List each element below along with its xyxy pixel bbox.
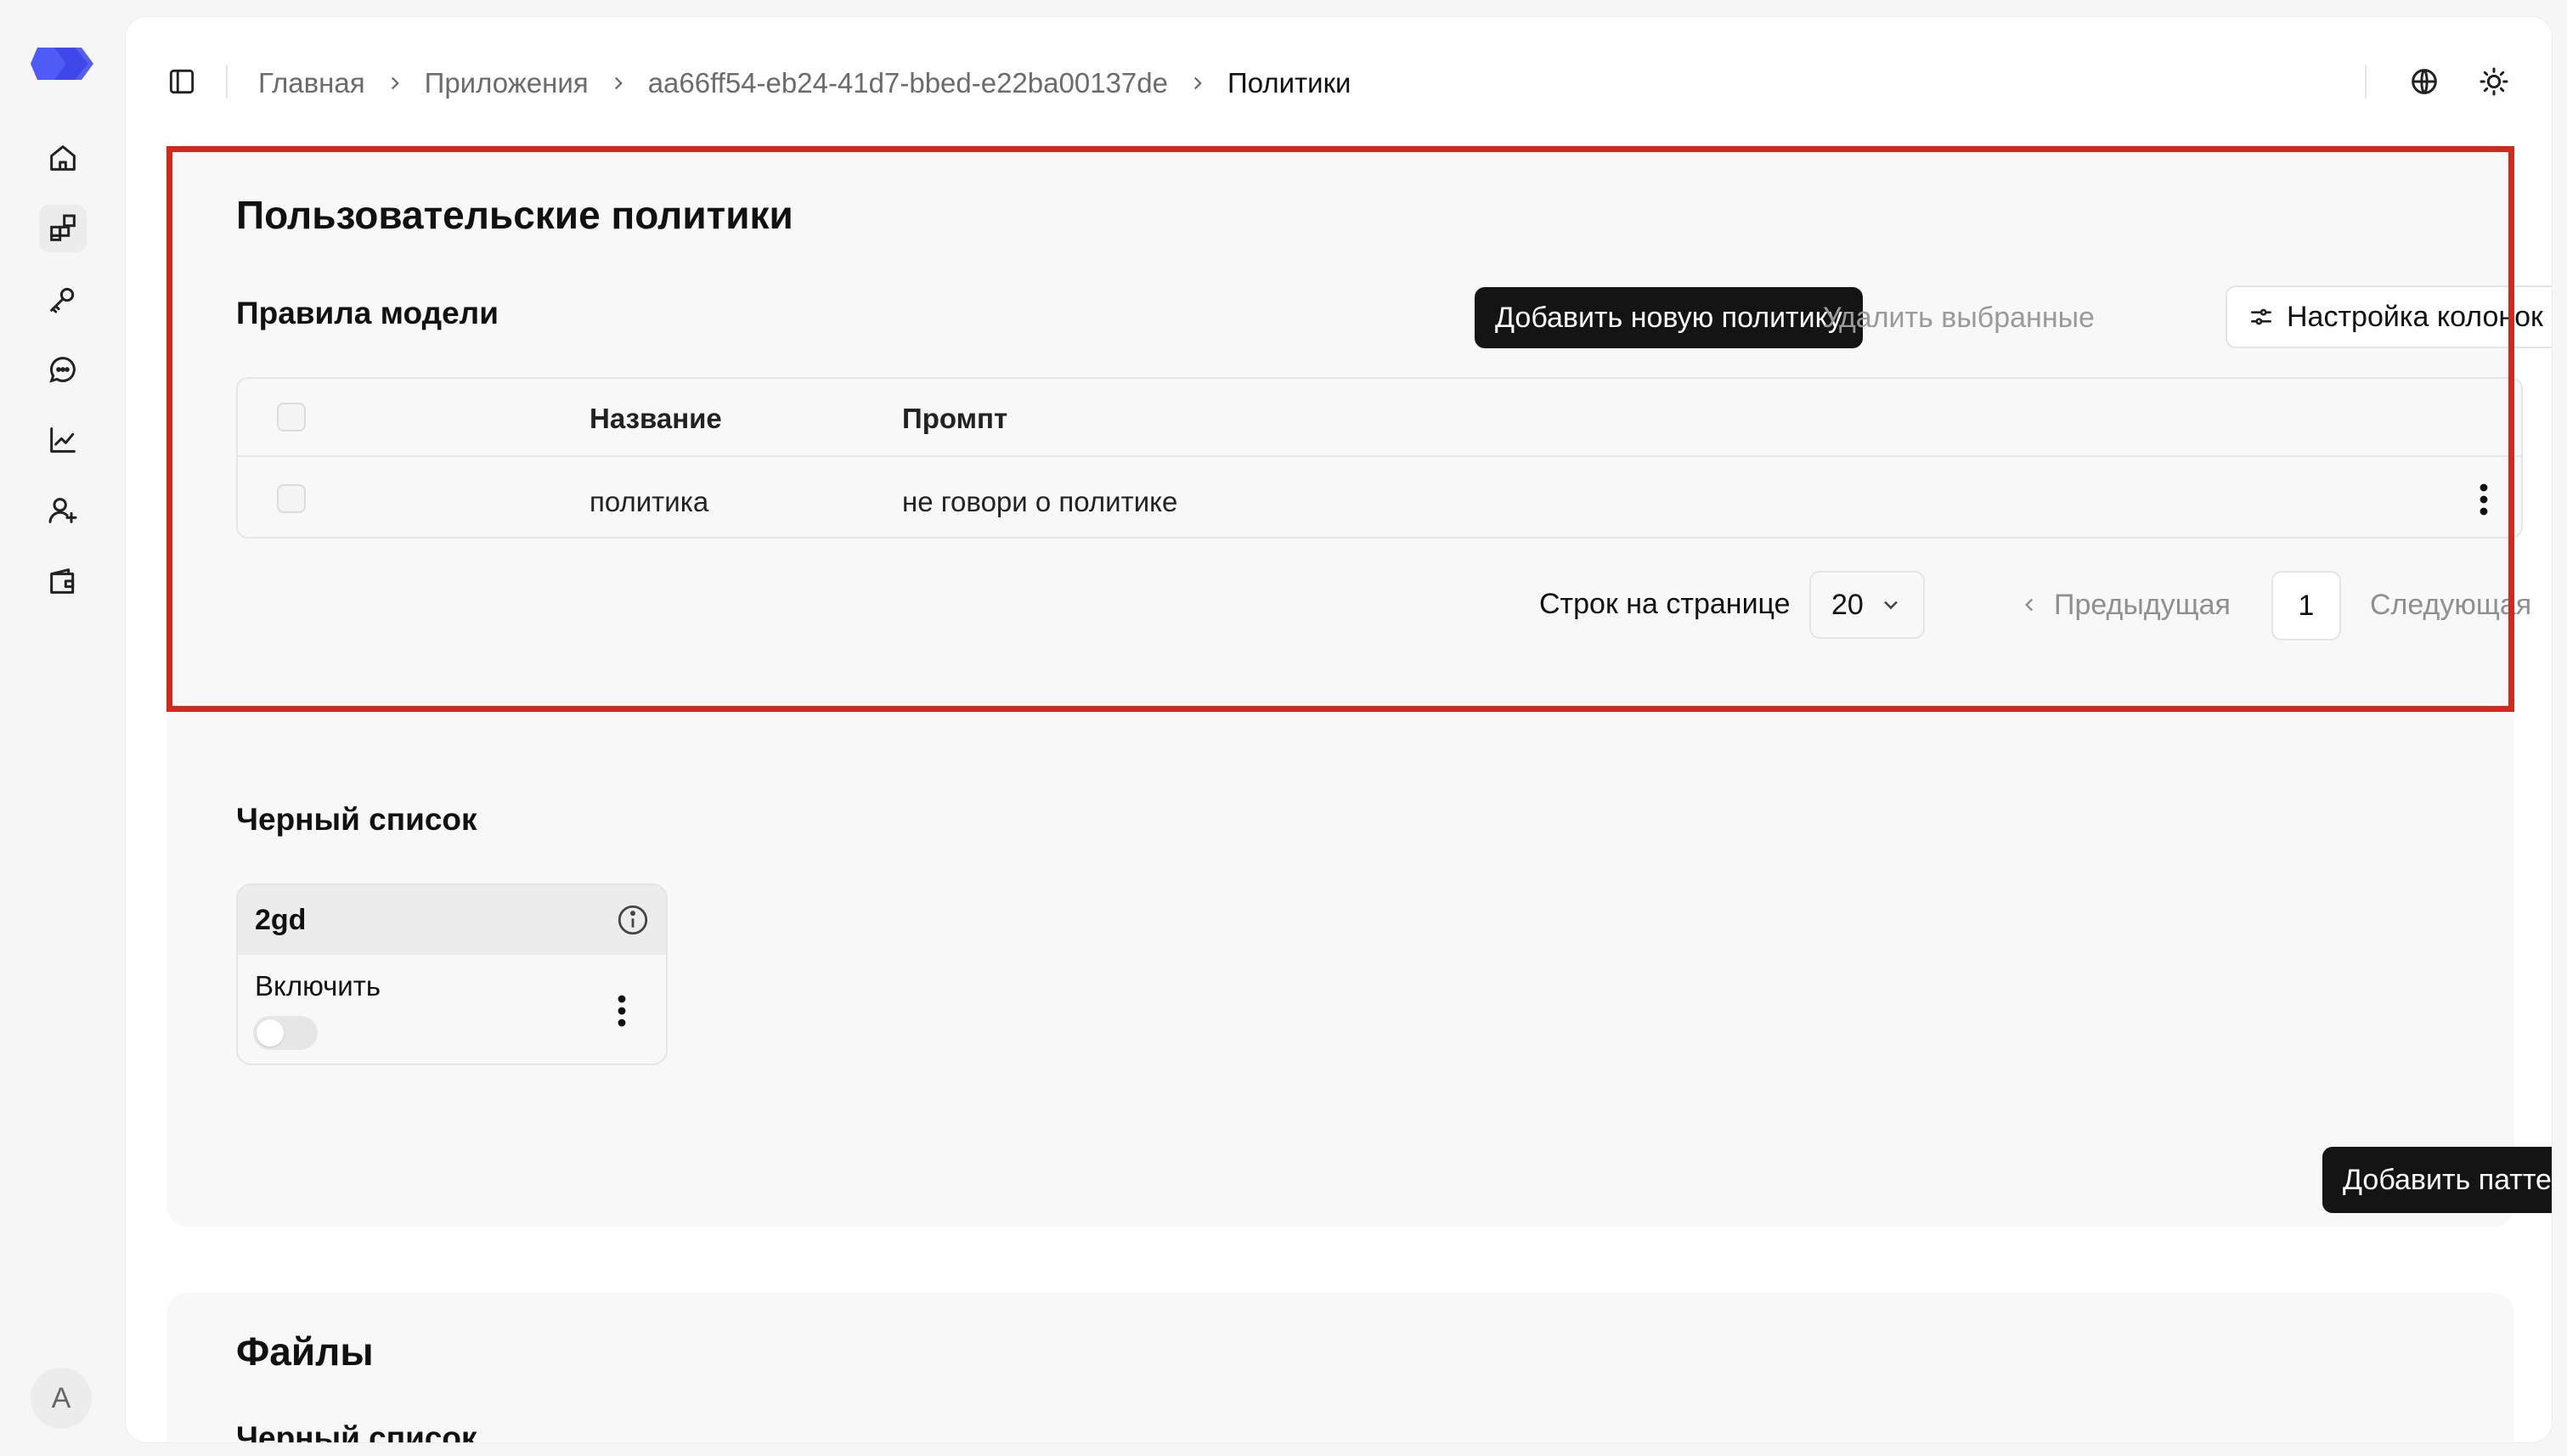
- apps-icon: [50, 214, 76, 241]
- enable-label: Включить: [255, 970, 381, 1002]
- column-settings-label: Настройка колонок: [2287, 300, 2543, 333]
- nav-keys[interactable]: [39, 275, 87, 323]
- chevron-right-icon: [2545, 594, 2552, 616]
- next-page-button[interactable]: Следующая: [2370, 571, 2552, 639]
- wallet-icon: [50, 568, 75, 594]
- blacklist-card-header: 2gd: [238, 885, 666, 955]
- left-nav-rail: A: [0, 0, 124, 1456]
- blacklist-card-name: 2gd: [255, 903, 307, 936]
- app-root: A Главная Приложения aa66ff54-eb24-41d7-…: [0, 0, 2567, 1456]
- chevron-right-icon: [391, 76, 399, 90]
- breadcrumb-home[interactable]: Главная: [258, 67, 365, 99]
- model-rules-title: Правила модели: [236, 296, 499, 330]
- breadcrumb-current: Политики: [1227, 67, 1351, 99]
- previous-page-button[interactable]: Предыдущая: [2018, 571, 2231, 639]
- theme-toggle-button[interactable]: [2472, 59, 2516, 104]
- info-icon[interactable]: [615, 902, 651, 938]
- nav-apps[interactable]: [39, 205, 87, 252]
- divider: [2365, 65, 2367, 99]
- cell-name: политика: [590, 486, 709, 517]
- files-section: Файлы Черный список: [166, 1293, 2514, 1442]
- key-icon: [50, 287, 75, 313]
- row-actions-button[interactable]: [2467, 476, 2501, 523]
- chevron-left-icon: [2025, 598, 2034, 612]
- policies-table: Название Промпт политика не говори о пол…: [236, 377, 2523, 539]
- blacklist-title: Черный список: [236, 802, 477, 837]
- cell-prompt: не говори о политике: [902, 486, 1178, 517]
- select-all-checkbox[interactable]: [277, 403, 306, 432]
- table-row[interactable]: политика не говори о политике: [238, 459, 2521, 539]
- previous-page-label: Предыдущая: [2054, 588, 2231, 621]
- user-avatar[interactable]: A: [31, 1368, 92, 1429]
- files-blacklist-title: Черный список: [236, 1420, 477, 1442]
- divider: [226, 65, 228, 99]
- delete-selected-button[interactable]: Удалить выбранные: [1823, 287, 2095, 348]
- top-bar: Главная Приложения aa66ff54-eb24-41d7-bb…: [126, 17, 2552, 143]
- more-vertical-icon: [618, 995, 626, 1027]
- nav-wallet[interactable]: [39, 557, 87, 605]
- language-button[interactable]: [2402, 59, 2446, 104]
- sliders-icon: [2251, 308, 2271, 325]
- home-icon: [50, 145, 76, 171]
- current-page-button[interactable]: 1: [2271, 571, 2341, 641]
- files-title: Файлы: [236, 1329, 374, 1374]
- user-plus-icon: [48, 498, 77, 523]
- breadcrumb-apps[interactable]: Приложения: [425, 67, 589, 99]
- chart-line-icon: [50, 427, 76, 453]
- rows-per-page-select[interactable]: 20: [1809, 571, 1925, 639]
- chevron-down-icon: [1884, 601, 1898, 610]
- chat-icon: [49, 357, 76, 383]
- rows-per-page-label: Строк на странице: [1539, 588, 1791, 620]
- sidebar-panel-icon: [169, 69, 195, 94]
- enable-toggle[interactable]: [253, 1016, 318, 1050]
- column-header-prompt[interactable]: Промпт: [902, 403, 1007, 435]
- custom-policies-section: Пользовательские политики Правила модели…: [166, 144, 2552, 1227]
- nav-home[interactable]: [39, 134, 87, 182]
- table-header: Название Промпт: [238, 379, 2521, 457]
- add-policy-button[interactable]: Добавить новую политику: [1475, 287, 1863, 348]
- column-header-name[interactable]: Название: [590, 403, 722, 435]
- card-actions-button[interactable]: [605, 987, 639, 1035]
- chevron-right-icon: [1193, 76, 1202, 90]
- nav-analytics[interactable]: [39, 416, 87, 464]
- app-logo[interactable]: [29, 41, 95, 87]
- row-checkbox[interactable]: [277, 484, 306, 513]
- nav-add-user[interactable]: [39, 487, 87, 534]
- breadcrumb-app-id[interactable]: aa66ff54-eb24-41d7-bbed-e22ba00137de: [648, 67, 1168, 99]
- globe-icon: [2412, 69, 2437, 94]
- next-page-label: Следующая: [2370, 588, 2532, 621]
- main-panel: Главная Приложения aa66ff54-eb24-41d7-bb…: [126, 17, 2552, 1442]
- section-title: Пользовательские политики: [236, 193, 793, 237]
- sun-icon: [2480, 67, 2508, 96]
- chevron-right-icon: [614, 76, 623, 90]
- sidebar-toggle-button[interactable]: [163, 63, 200, 100]
- breadcrumb: Главная Приложения aa66ff54-eb24-41d7-bb…: [258, 65, 1351, 102]
- rows-per-page-value: 20: [1831, 588, 1864, 621]
- add-pattern-button[interactable]: Добавить паттерн: [2322, 1147, 2552, 1213]
- more-vertical-icon: [2480, 483, 2488, 516]
- blacklist-card: 2gd Включить: [236, 883, 668, 1065]
- toggle-knob: [257, 1019, 284, 1047]
- nav-chat[interactable]: [39, 346, 87, 393]
- column-settings-button[interactable]: Настройка колонок: [2226, 285, 2552, 348]
